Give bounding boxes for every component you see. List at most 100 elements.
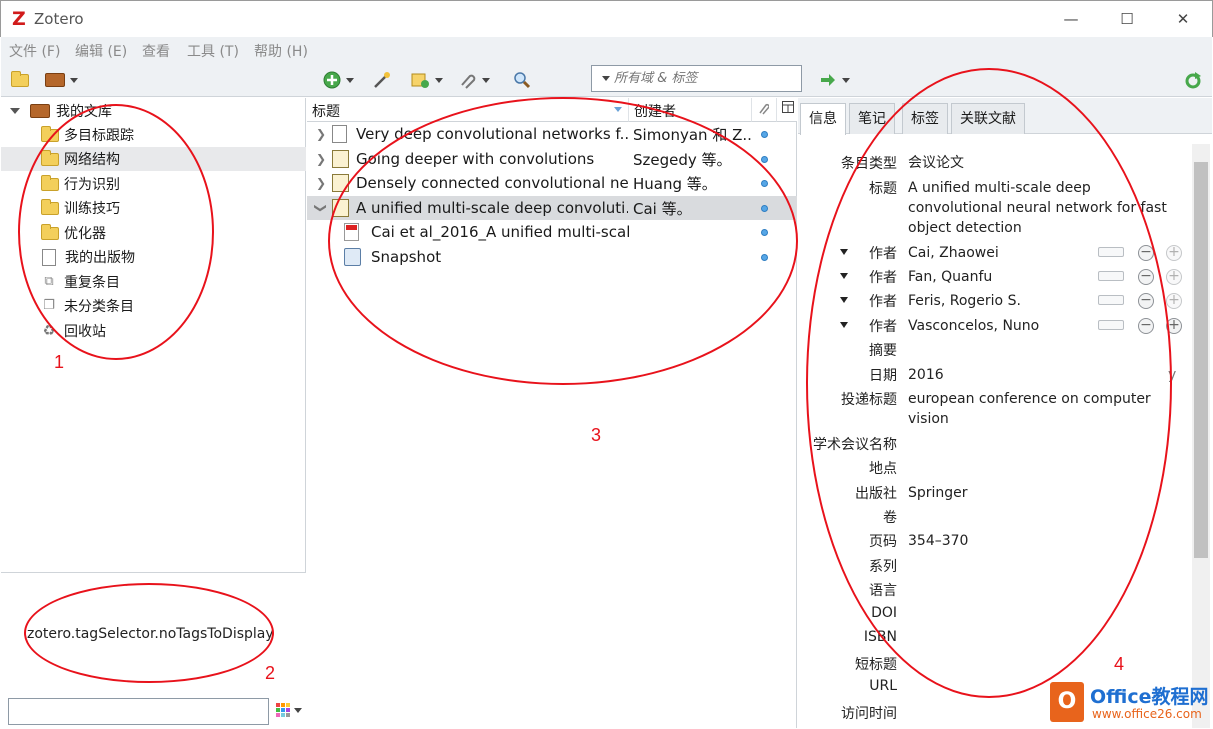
- column-title-label: 标题: [312, 104, 340, 120]
- search-input[interactable]: [614, 69, 794, 88]
- tab-tags[interactable]: 标签: [902, 103, 948, 134]
- sync-button[interactable]: [1184, 70, 1202, 90]
- advanced-search-button[interactable]: [513, 70, 531, 90]
- field-value-pages[interactable]: 354–370: [908, 531, 968, 551]
- field-label-author[interactable]: 作者: [798, 267, 897, 287]
- creator-mode-switch[interactable]: [1098, 247, 1124, 257]
- item-row[interactable]: ❯ Densely connected convolutional ne... …: [307, 171, 797, 195]
- new-item-button[interactable]: [323, 70, 354, 90]
- field-value-author[interactable]: Vasconcelos, Nuno: [908, 316, 1039, 336]
- field-value-item-type[interactable]: 会议论文: [908, 153, 964, 173]
- creator-mode-switch[interactable]: [1098, 320, 1124, 330]
- new-collection-button[interactable]: [11, 70, 29, 90]
- collapse-chevron-down-icon[interactable]: ❯: [314, 203, 328, 213]
- item-details-pane: 信息 笔记 标签 关联文献 条目类型 会议论文 标题 A unified mul…: [798, 98, 1212, 728]
- collection-item[interactable]: 训练技巧: [1, 196, 306, 220]
- creator-mode-switch[interactable]: [1098, 271, 1124, 281]
- collapse-chevron-down-icon[interactable]: [10, 108, 20, 114]
- scrollbar-thumb[interactable]: [1194, 162, 1208, 558]
- search-field[interactable]: [591, 65, 802, 92]
- collection-duplicates[interactable]: ⧉ 重复条目: [1, 270, 306, 294]
- locate-button[interactable]: [819, 70, 850, 90]
- menu-help[interactable]: 帮助 (H): [254, 41, 308, 61]
- library-actions-button[interactable]: [45, 70, 78, 90]
- item-creator: Huang 等。: [633, 174, 717, 193]
- no-tags-message: zotero.tagSelector.noTagsToDisplay: [27, 626, 274, 642]
- field-value-title[interactable]: A unified multi-scale deep convolutional…: [908, 178, 1178, 238]
- column-picker-icon: [782, 101, 794, 113]
- document-icon: [42, 248, 56, 266]
- add-creator-button[interactable]: +: [1166, 269, 1182, 285]
- collection-item[interactable]: 行为识别: [1, 172, 306, 196]
- field-value-author[interactable]: Cai, Zhaowei: [908, 243, 999, 263]
- field-value-author[interactable]: Fan, Quanfu: [908, 267, 992, 287]
- tag-filter-input[interactable]: [8, 698, 269, 725]
- field-value-proceedings[interactable]: european conference on computer vision: [908, 389, 1178, 429]
- tab-related[interactable]: 关联文献: [951, 103, 1025, 134]
- folder-icon: [41, 125, 59, 142]
- collection-my-library[interactable]: 我的文库: [1, 99, 306, 123]
- annotation-number: 2: [265, 663, 276, 683]
- collection-item-selected[interactable]: 网络结构: [1, 147, 306, 171]
- field-value-date[interactable]: 2016: [908, 365, 944, 385]
- column-header-attachments[interactable]: [752, 98, 777, 122]
- menu-view[interactable]: 查看: [142, 41, 170, 61]
- watermark-url: www.office26.com: [1092, 707, 1202, 721]
- column-picker-button[interactable]: [777, 98, 797, 122]
- item-row-selected[interactable]: ❯ A unified multi-scale deep convoluti..…: [307, 196, 797, 220]
- column-header-creator[interactable]: 创建者: [629, 98, 752, 122]
- menu-edit[interactable]: 编辑 (E): [75, 41, 127, 61]
- field-label-date: 日期: [869, 368, 897, 384]
- expand-chevron-right-icon[interactable]: ❯: [316, 152, 326, 166]
- remove-creator-button[interactable]: −: [1138, 245, 1154, 261]
- item-row[interactable]: ❯ Very deep convolutional networks f... …: [307, 122, 797, 146]
- remove-creator-button[interactable]: −: [1138, 318, 1154, 334]
- column-creator-label: 创建者: [634, 104, 676, 120]
- library-icon: [30, 104, 50, 118]
- details-scrollbar[interactable]: [1192, 144, 1210, 728]
- remove-creator-button[interactable]: −: [1138, 269, 1154, 285]
- item-row[interactable]: ❯ Going deeper with convolutions Szegedy…: [307, 147, 797, 171]
- attachment-dot-icon: [761, 156, 768, 163]
- creator-mode-switch[interactable]: [1098, 295, 1124, 305]
- add-creator-button[interactable]: +: [1166, 318, 1182, 334]
- add-creator-button[interactable]: +: [1166, 293, 1182, 309]
- tag-colors-icon: [276, 703, 290, 717]
- expand-chevron-right-icon[interactable]: ❯: [316, 127, 326, 141]
- column-header-title[interactable]: 标题: [307, 98, 629, 122]
- field-value-author[interactable]: Feris, Rogerio S.: [908, 291, 1021, 311]
- collection-unfiled[interactable]: ❐ 未分类条目: [1, 294, 306, 318]
- attachment-row[interactable]: Snapshot: [307, 245, 797, 269]
- collection-label: 网络结构: [64, 152, 120, 168]
- magic-wand-icon: [374, 72, 390, 88]
- collection-trash[interactable]: ♻ 回收站: [1, 319, 306, 343]
- add-attachment-button[interactable]: [457, 70, 490, 90]
- add-by-identifier-button[interactable]: [372, 70, 392, 90]
- attachment-title: Snapshot: [371, 248, 442, 266]
- tab-notes[interactable]: 笔记: [849, 103, 895, 134]
- close-button[interactable]: ✕: [1160, 7, 1206, 31]
- field-value-publisher[interactable]: Springer: [908, 483, 968, 503]
- field-label-author[interactable]: 作者: [798, 291, 897, 311]
- collection-item[interactable]: 优化器: [1, 221, 306, 245]
- tab-info[interactable]: 信息: [800, 103, 846, 135]
- remove-creator-button[interactable]: −: [1138, 293, 1154, 309]
- attachment-row[interactable]: Cai et al_2016_A unified multi-scal...: [307, 220, 797, 244]
- menu-tools[interactable]: 工具 (T): [187, 41, 239, 61]
- field-label-author[interactable]: 作者: [798, 316, 897, 336]
- office-logo-icon: O: [1050, 682, 1084, 722]
- field-label-author[interactable]: 作者: [798, 243, 897, 263]
- add-creator-button[interactable]: +: [1166, 245, 1182, 261]
- collection-item[interactable]: 多目标跟踪: [1, 123, 306, 147]
- tag-actions-button[interactable]: [276, 703, 302, 717]
- search-mode-chevron-down-icon[interactable]: [602, 76, 610, 81]
- expand-chevron-right-icon[interactable]: ❯: [316, 176, 326, 190]
- pdf-icon: [344, 223, 359, 241]
- menu-file[interactable]: 文件 (F): [9, 41, 60, 61]
- new-note-button[interactable]: [410, 70, 443, 90]
- collection-my-publications[interactable]: 我的出版物: [1, 245, 306, 269]
- minimize-button[interactable]: —: [1048, 7, 1094, 31]
- maximize-button[interactable]: ☐: [1104, 7, 1150, 31]
- conference-paper-icon: [332, 174, 349, 192]
- folder-icon: [41, 223, 59, 240]
